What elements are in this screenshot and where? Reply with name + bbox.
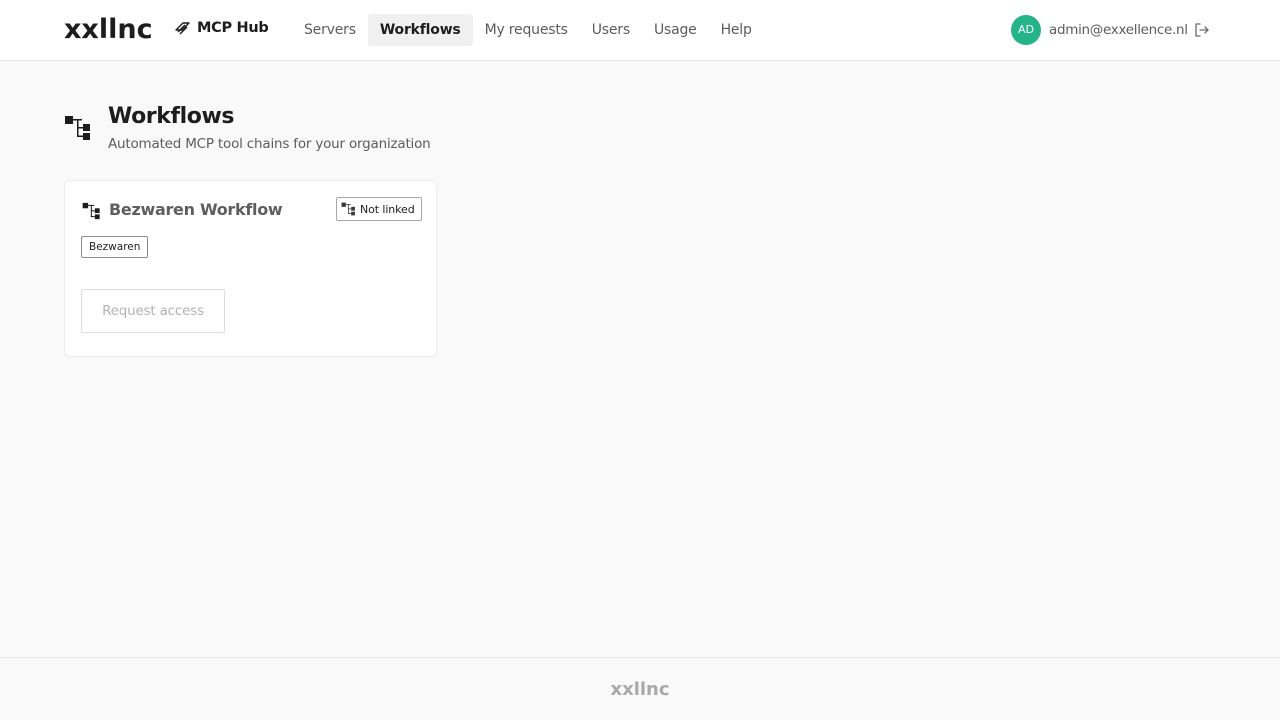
- workflow-tree-icon: [341, 202, 355, 216]
- nav-item-servers[interactable]: Servers: [292, 14, 368, 46]
- avatar[interactable]: AD: [1011, 15, 1041, 45]
- request-access-button[interactable]: Request access: [81, 289, 225, 333]
- page-subtitle: Automated MCP tool chains for your organ…: [108, 136, 431, 152]
- footer-logo: xxllnc: [610, 679, 670, 700]
- page-title: Workflows: [108, 104, 235, 129]
- xxllnc-logo[interactable]: xxllnc: [64, 16, 153, 43]
- nav-item-workflows[interactable]: Workflows: [367, 14, 473, 46]
- nav-item-usage[interactable]: Usage: [642, 14, 709, 46]
- main-nav: Servers Workflows My requests Users Usag…: [292, 14, 764, 46]
- status-badge-label: Not linked: [360, 202, 415, 216]
- app-name: MCP Hub: [197, 19, 269, 36]
- nav-item-users[interactable]: Users: [580, 14, 642, 46]
- workflow-tree-icon: [65, 116, 90, 140]
- workflow-tree-icon: [82, 202, 100, 220]
- user-menu[interactable]: AD admin@exxellence.nl: [1011, 15, 1188, 45]
- workflow-title: Bezwaren Workflow: [109, 200, 283, 219]
- logout-icon[interactable]: [1193, 21, 1211, 39]
- nav-item-my-requests[interactable]: My requests: [473, 14, 580, 46]
- user-email: admin@exxellence.nl: [1049, 22, 1188, 38]
- footer: xxllnc: [0, 657, 1280, 720]
- status-badge: Not linked: [336, 197, 422, 221]
- nav-item-help[interactable]: Help: [709, 14, 764, 46]
- stack-layers-icon: [175, 22, 190, 35]
- tag-chip: Bezwaren: [81, 236, 149, 258]
- top-navigation-bar: xxllnc MCP Hub Servers Workflows My requ…: [0, 0, 1280, 61]
- app-brand[interactable]: MCP Hub: [174, 19, 269, 36]
- workflow-card: Bezwaren Workflow Not linked Bezwaren Re…: [64, 180, 437, 357]
